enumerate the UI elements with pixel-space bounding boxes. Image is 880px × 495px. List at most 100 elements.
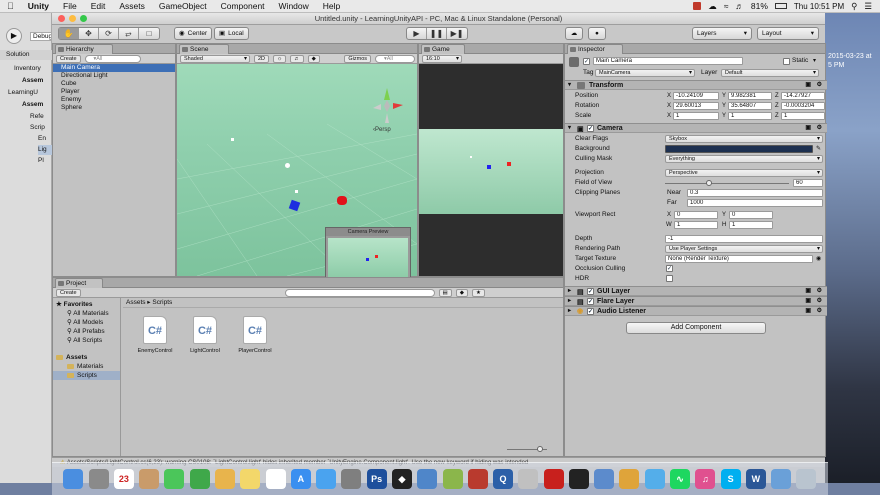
help-icon[interactable]: ▣ — [805, 124, 811, 133]
scale-x-field[interactable]: 1 — [673, 112, 719, 120]
gameobject-name-field[interactable]: Main Camera — [593, 57, 743, 65]
scene-effects-icon[interactable]: ◆ — [307, 54, 320, 63]
tab-hierarchy[interactable]: Hierarchy — [55, 44, 113, 54]
dock-filezilla-icon[interactable] — [467, 469, 488, 489]
perspective-label[interactable]: ‹Persp — [373, 127, 391, 133]
rotation-z-field[interactable]: -0.0003204 — [781, 102, 825, 110]
asset-playercontrol[interactable]: C# PlayerControl — [233, 316, 277, 354]
foldout-arrow-icon[interactable]: ▾ — [568, 81, 571, 90]
dock-photoshop-icon[interactable]: Ps — [366, 469, 387, 489]
battery-icon[interactable] — [774, 3, 787, 9]
menu-help[interactable]: Help — [316, 1, 347, 11]
position-y-field[interactable]: 9.982381 — [728, 92, 772, 100]
filter-label-icon[interactable]: ◆ — [455, 288, 468, 297]
step-icon[interactable]: ▶❚ — [447, 28, 467, 39]
menu-edit[interactable]: Edit — [84, 1, 113, 11]
move-tool-icon[interactable]: ✥ — [79, 28, 99, 39]
dock-twitter-icon[interactable] — [644, 469, 665, 489]
foldout-arrow-icon[interactable]: ▾ — [568, 124, 571, 133]
dock-contacts-icon[interactable] — [139, 469, 160, 489]
zoom-window-button[interactable] — [80, 15, 87, 22]
gameobject-active-checkbox[interactable]: ✓ — [583, 58, 590, 65]
asset-lightcontrol[interactable]: C# LightControl — [183, 316, 227, 354]
gear-icon[interactable]: ⚙ — [817, 287, 822, 296]
help-icon[interactable]: ▣ — [805, 287, 811, 296]
dock-calendar-icon[interactable]: 23 — [113, 469, 134, 489]
tag-dropdown[interactable]: MainCamera — [595, 69, 695, 77]
gear-icon[interactable]: ⚙ — [817, 81, 822, 90]
asset-enemycontrol[interactable]: C# EnemyControl — [133, 316, 177, 354]
clock[interactable]: Thu 10:51 PM — [794, 2, 844, 11]
dock-xcode-icon[interactable] — [417, 469, 438, 489]
static-checkbox[interactable] — [783, 58, 790, 65]
materials-folder[interactable]: Materials — [67, 362, 103, 371]
filter-type-icon[interactable]: ▤ — [438, 288, 452, 297]
rotation-x-field[interactable]: 29.60013 — [673, 102, 719, 110]
dock-preview-icon[interactable] — [594, 469, 615, 489]
dock-notes-icon[interactable] — [240, 469, 261, 489]
viewport-h-field[interactable]: 1 — [729, 221, 773, 229]
hdr-checkbox[interactable] — [666, 275, 673, 282]
transform-component-header[interactable]: ▾ Transform ▣ ⚙ — [565, 80, 827, 90]
hierarchy-create-button[interactable]: Create — [56, 54, 81, 63]
dock-safari-icon[interactable] — [316, 469, 337, 489]
help-icon[interactable]: ▣ — [805, 297, 811, 306]
account-button[interactable]: ● — [588, 27, 606, 40]
project-breadcrumb[interactable]: Assets ▸ Scripts — [123, 298, 563, 308]
light-gizmo[interactable] — [285, 163, 290, 168]
dock-spotify-icon[interactable]: ∿ — [670, 469, 691, 489]
menu-window[interactable]: Window — [272, 1, 316, 11]
fov-slider-track[interactable] — [665, 183, 789, 184]
tab-inspector[interactable]: Inspector — [567, 44, 623, 54]
scene-gizmos-dropdown[interactable]: Gizmos — [344, 54, 371, 63]
projection-dropdown[interactable]: Perspective — [665, 169, 823, 177]
debug-dropdown[interactable]: Debug — [30, 32, 52, 41]
pause-icon[interactable]: ❚❚ — [427, 28, 447, 39]
fav-all-materials[interactable]: ⚲ All Materials — [67, 309, 109, 318]
minimize-window-button[interactable] — [69, 15, 76, 22]
scene-viewport[interactable]: ‹Persp Camera Preview — [177, 64, 417, 284]
dock-system-prefs-icon[interactable] — [341, 469, 362, 489]
dock-script-icon[interactable] — [518, 469, 539, 489]
foldout-arrow-icon[interactable]: ▸ — [568, 307, 571, 316]
fov-field[interactable]: 60 — [793, 179, 823, 187]
hierarchy-item-directional-light[interactable]: Directional Light — [53, 72, 175, 80]
scene-audio-icon[interactable]: ♬ — [290, 54, 304, 63]
dock-skype-icon[interactable]: S — [720, 469, 741, 489]
scene-2d-toggle[interactable]: 2D — [254, 54, 270, 63]
project-create-button[interactable]: Create — [56, 288, 81, 297]
status-app-icon[interactable] — [693, 2, 702, 10]
favorites-star-icon[interactable]: ★ — [471, 288, 485, 297]
scripts-folder[interactable]: Scripts — [53, 371, 120, 380]
dock-acrobat-icon[interactable] — [543, 469, 564, 489]
dock-messages-icon[interactable] — [164, 469, 185, 489]
add-component-button[interactable]: Add Component — [626, 322, 766, 334]
hierarchy-item-sphere[interactable]: Sphere — [53, 104, 175, 112]
viewport-x-field[interactable]: 0 — [674, 211, 718, 219]
spotlight-icon[interactable]: ⚲ — [851, 1, 857, 12]
hierarchy-item-cube[interactable]: Cube — [53, 80, 175, 88]
game-viewport[interactable] — [419, 64, 563, 276]
shading-mode-dropdown[interactable]: Shaded — [180, 54, 250, 63]
far-field[interactable]: 1000 — [687, 199, 823, 207]
close-window-button[interactable] — [58, 15, 65, 22]
fav-all-models[interactable]: ⚲ All Models — [67, 318, 103, 327]
dock-finder-icon[interactable] — [63, 469, 84, 489]
viewport-y-field[interactable]: 0 — [729, 211, 773, 219]
background-color-swatch[interactable] — [665, 145, 813, 153]
menu-assets[interactable]: Assets — [112, 1, 152, 11]
help-icon[interactable]: ▣ — [805, 307, 811, 316]
rendering-path-dropdown[interactable]: Use Player Settings — [665, 245, 823, 253]
scale-z-field[interactable]: 1 — [781, 112, 825, 120]
wifi-icon[interactable]: ≈ — [724, 1, 729, 11]
desktop-file-label[interactable]: 2015-03-23 at 5 PM — [828, 52, 872, 70]
fav-all-prefabs[interactable]: ⚲ All Prefabs — [67, 327, 105, 336]
dock-photos-icon[interactable] — [214, 469, 235, 489]
play-icon[interactable]: ▶ — [407, 28, 427, 39]
dock-terminal-icon[interactable] — [568, 469, 589, 489]
target-texture-field[interactable]: None (Render Texture) — [665, 255, 813, 263]
dock-word-icon[interactable]: W — [745, 469, 766, 489]
camera-enabled-checkbox[interactable]: ✓ — [587, 125, 594, 132]
layout-dropdown[interactable]: Layout ▾ — [757, 27, 819, 40]
scene-lighting-icon[interactable]: ☼ — [273, 54, 287, 63]
